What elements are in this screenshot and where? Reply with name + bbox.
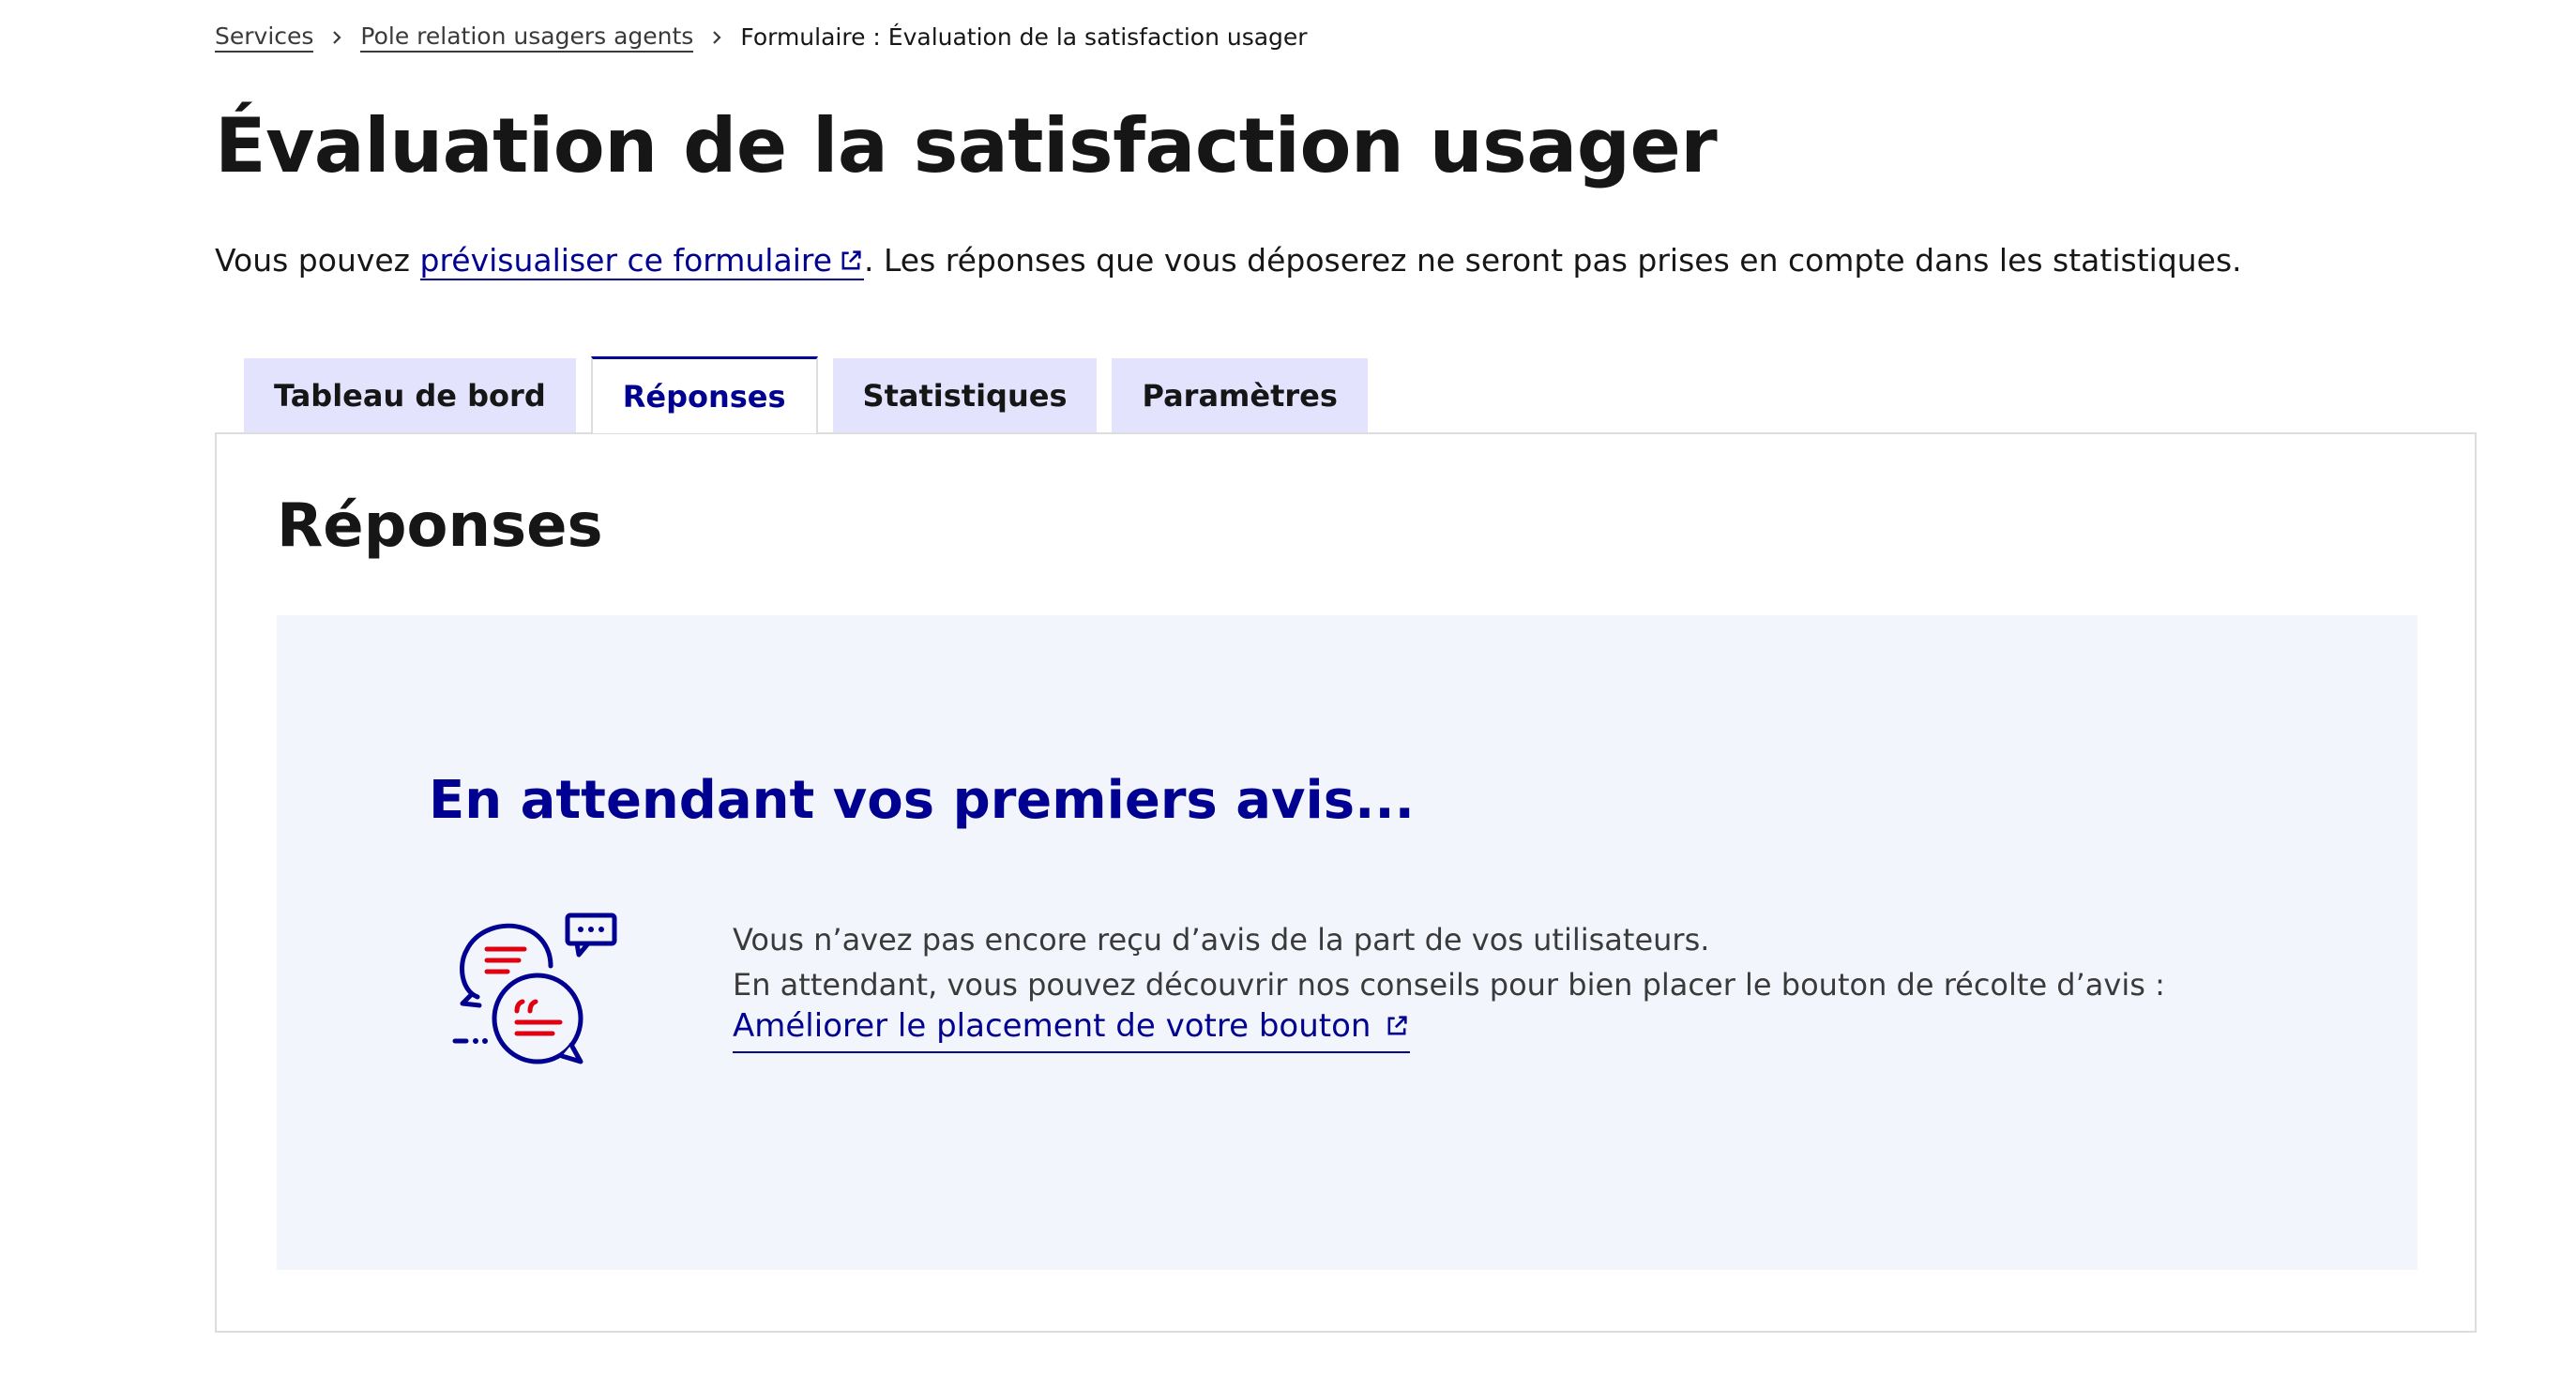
tab-panel-reponses: Réponses En attendant vos premiers avis.…: [215, 432, 2477, 1333]
preview-form-link-label: prévisualiser ce formulaire: [419, 242, 833, 279]
page-title: Évaluation de la satisfaction usager: [215, 102, 1718, 189]
empty-state-card: En attendant vos premiers avis... Vous n…: [277, 615, 2417, 1270]
external-link-icon: [1384, 1006, 1410, 1051]
breadcrumb-link-services[interactable]: Services: [215, 23, 314, 53]
tab-statistiques[interactable]: Statistiques: [832, 358, 1098, 433]
breadcrumb-link-pole[interactable]: Pole relation usagers agents: [360, 23, 694, 53]
intro-text: Vous pouvez prévisualiser ce formulaire.…: [215, 240, 2242, 284]
improve-button-placement-link[interactable]: Améliorer le placement de votre bouton: [733, 1003, 1411, 1053]
empty-state-text: Vous n’avez pas encore reçu d’avis de la…: [733, 917, 2165, 1007]
external-link-icon: [838, 243, 864, 284]
intro-text-after: . Les réponses que vous déposerez ne ser…: [864, 242, 2242, 279]
improve-button-placement-label: Améliorer le placement de votre bouton: [733, 1007, 1371, 1045]
breadcrumb: Services Pole relation usagers agents Fo…: [215, 21, 1308, 54]
tab-reponses[interactable]: Réponses: [590, 356, 818, 433]
panel-title: Réponses: [277, 491, 603, 561]
chevron-right-icon: [693, 21, 740, 54]
empty-state-line-1: Vous n’avez pas encore reçu d’avis de la…: [733, 922, 1710, 958]
empty-state-title: En attendant vos premiers avis...: [429, 770, 1415, 831]
preview-form-link[interactable]: prévisualiser ce formulaire: [419, 242, 865, 280]
tab-list: Tableau de bord Réponses Statistiques Pa…: [244, 356, 1383, 433]
tab-tableau-de-bord[interactable]: Tableau de bord: [244, 358, 576, 433]
chat-bubbles-icon: [451, 908, 635, 1079]
tab-parametres[interactable]: Paramètres: [1112, 358, 1368, 433]
breadcrumb-current: Formulaire : Évaluation de la satisfacti…: [740, 23, 1308, 51]
empty-state-line-2: En attendant, vous pouvez découvrir nos …: [733, 967, 2165, 1003]
intro-text-before: Vous pouvez: [215, 242, 420, 279]
chevron-right-icon: [313, 21, 360, 54]
